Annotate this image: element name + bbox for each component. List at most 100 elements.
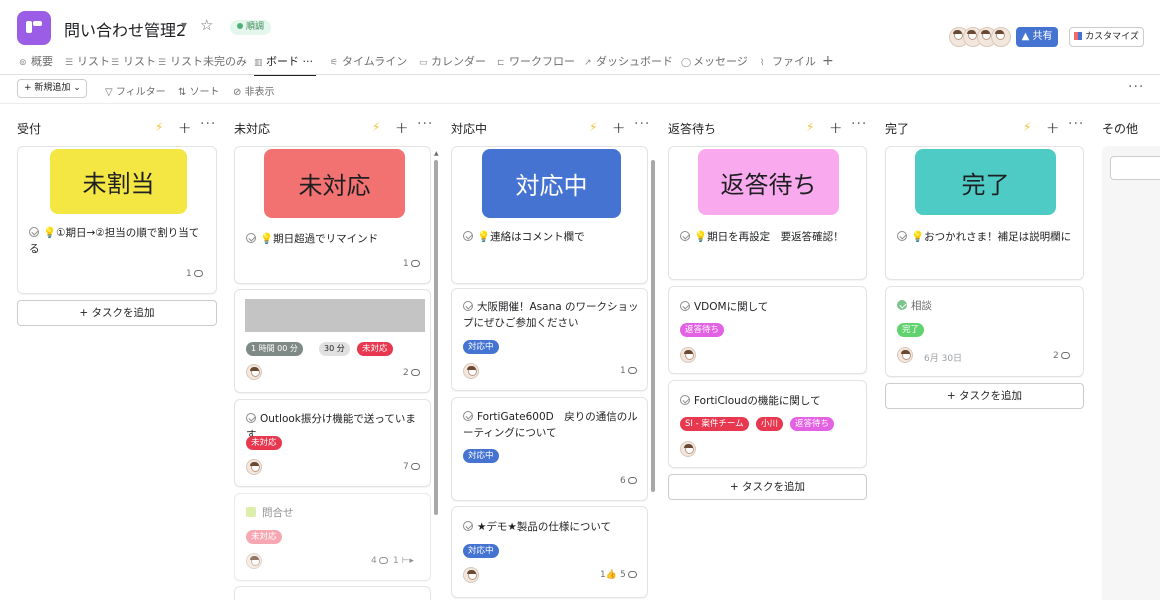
customize-button[interactable]: カスタマイズ (1069, 27, 1144, 47)
column-header-other[interactable]: その他 (1102, 120, 1160, 136)
sort-icon: ⇅ (178, 87, 190, 98)
checkmark-icon[interactable] (246, 233, 256, 243)
task-card[interactable]: 返答待ち 💡期日を再設定 要返答確認！ (668, 146, 867, 280)
avatar[interactable] (463, 363, 479, 379)
tab-dashboard[interactable]: ↗ ダッシュボード (584, 54, 681, 74)
task-card[interactable]: FortiGate600D 戻りの通信のルーティングについて 対応中 6 (451, 397, 648, 501)
workflow-icon: ⊏ (497, 58, 505, 68)
like-count: 1👍 (600, 570, 617, 580)
card-cover: 完了 (915, 149, 1056, 215)
column-header-reception[interactable]: 受付 ⚡ + ··· (17, 116, 217, 137)
add-task-button[interactable]: + タスクを追加 (17, 300, 217, 326)
scroll-up-icon[interactable]: ▲ (434, 150, 439, 157)
comment-count: 4 (371, 556, 388, 566)
tab-board[interactable]: ▥ ボード ··· (254, 54, 316, 76)
checkmark-icon[interactable] (463, 231, 473, 241)
add-task-icon[interactable]: + (829, 118, 842, 137)
lightning-icon[interactable]: ⚡ (155, 120, 163, 134)
more-icon[interactable]: ··· (634, 116, 650, 132)
checkmark-icon[interactable] (680, 301, 690, 311)
checkmark-icon[interactable] (463, 301, 473, 311)
list-icon: ☰ (65, 58, 74, 68)
add-new-button[interactable]: + 新規追加 ⌄ (17, 79, 87, 98)
more-icon[interactable]: ··· (1068, 116, 1084, 132)
add-task-button[interactable]: + タスクを追加 (668, 474, 867, 500)
task-card[interactable]: VDOMに関して 返答待ち (668, 286, 867, 374)
filter-button[interactable]: ▽ フィルター (105, 83, 166, 98)
tab-list-incomplete[interactable]: ☰ リスト未完のみ (158, 54, 254, 74)
checkmark-icon[interactable] (680, 395, 690, 405)
share-button[interactable]: ▲ 共有 (1016, 27, 1058, 47)
avatar[interactable] (246, 459, 262, 475)
checkmark-icon[interactable] (29, 227, 39, 237)
tab-timeline[interactable]: ⚟ タイムライン (330, 54, 419, 74)
member-avatars[interactable] (949, 27, 1011, 47)
checkmark-icon[interactable] (897, 231, 907, 241)
tab-workflow[interactable]: ⊏ ワークフロー (497, 54, 584, 74)
task-card[interactable]: 1 時間 00 分 30 分 未対応 2 (234, 289, 431, 393)
checkmark-icon[interactable] (463, 521, 473, 531)
column-header-in-progress[interactable]: 対応中 ⚡ + ··· (451, 116, 651, 137)
tab-list-2[interactable]: ☰ リスト (111, 54, 158, 74)
task-card[interactable] (234, 586, 431, 600)
project-title[interactable]: 問い合わせ管理2 (64, 17, 186, 41)
avatar[interactable] (246, 364, 262, 380)
task-card[interactable]: 完了 💡おつかれさま！補足は説明欄に (885, 146, 1084, 280)
add-task-button[interactable]: + タスクを追加 (885, 383, 1084, 409)
star-icon[interactable]: ☆ (200, 16, 213, 34)
column-scrollbar[interactable] (434, 160, 438, 515)
task-card[interactable]: Outlook振分け機能で送っています 未対応 7 (234, 399, 431, 487)
more-options-icon[interactable]: ··· (1128, 79, 1144, 95)
task-card[interactable]: ★デモ★製品の仕様について 対応中 1👍 5 (451, 506, 648, 598)
task-card[interactable]: FortiCloudの機能に関して SI - 案件チーム 小川 返答待ち (668, 380, 867, 468)
image-attachment[interactable] (245, 299, 425, 332)
project-icon[interactable] (17, 11, 51, 45)
chevron-down-icon[interactable]: ▾ (181, 18, 187, 32)
avatar[interactable] (246, 553, 262, 569)
tab-overview[interactable]: ⊚ 概要 (19, 54, 65, 74)
tab-messages[interactable]: ◯ メッセージ (681, 54, 760, 74)
add-tab-button[interactable]: + (822, 54, 834, 74)
more-icon[interactable]: ··· (851, 116, 867, 132)
column-header-done[interactable]: 完了 ⚡ + ··· (885, 116, 1085, 137)
add-task-icon[interactable]: + (612, 118, 625, 137)
task-card[interactable]: 未対応 💡期日超過でリマインド 1 (234, 146, 431, 284)
checkmark-icon[interactable] (897, 300, 907, 310)
column-scrollbar[interactable] (651, 160, 655, 492)
avatar[interactable] (897, 347, 913, 363)
add-task-icon[interactable]: + (395, 118, 408, 137)
avatar[interactable] (680, 347, 696, 363)
sort-button[interactable]: ⇅ ソート (178, 83, 220, 98)
tab-calendar[interactable]: ▭ カレンダー (419, 54, 497, 74)
new-section-input[interactable] (1110, 156, 1160, 180)
checkmark-icon[interactable] (680, 231, 690, 241)
task-card[interactable]: 未割当 💡①期日→②担当の順で割り当てる 1 (17, 146, 217, 294)
avatar[interactable] (680, 441, 696, 457)
lightning-icon[interactable]: ⚡ (806, 120, 814, 134)
lightning-icon[interactable]: ⚡ (589, 120, 597, 134)
timeline-icon: ⚟ (330, 58, 339, 68)
status-badge[interactable]: 順調 (230, 20, 272, 35)
tab-list[interactable]: ☰ リスト (65, 54, 111, 74)
lightning-icon[interactable]: ⚡ (1023, 120, 1031, 134)
avatar[interactable] (463, 567, 479, 583)
checkmark-icon[interactable] (463, 411, 473, 421)
column-header-unhandled[interactable]: 未対応 ⚡ + ··· (234, 116, 434, 137)
column-header-awaiting-reply[interactable]: 返答待ち ⚡ + ··· (668, 116, 868, 137)
dashboard-icon: ↗ (584, 58, 592, 68)
hide-button[interactable]: ⊘ 非表示 (233, 83, 275, 98)
card-title: 💡連絡はコメント欄で (463, 229, 639, 245)
lightning-icon[interactable]: ⚡ (372, 120, 380, 134)
add-task-icon[interactable]: + (1046, 118, 1059, 137)
task-card[interactable]: 対応中 💡連絡はコメント欄で (451, 146, 648, 284)
task-card[interactable]: 大阪開催！Asana のワークショップにぜひご参加ください 対応中 1 (451, 288, 648, 391)
checkmark-icon[interactable] (246, 413, 256, 423)
more-icon[interactable]: ··· (303, 55, 314, 68)
task-card[interactable]: 相談 完了 6月 30日 2 (885, 286, 1084, 377)
more-icon[interactable]: ··· (200, 116, 216, 132)
tab-files[interactable]: ⌇ ファイル (760, 54, 822, 74)
task-card[interactable]: 問合せ 未対応 4 1 ⊢▸ (234, 493, 431, 581)
more-icon[interactable]: ··· (417, 116, 433, 132)
add-task-icon[interactable]: + (178, 118, 191, 137)
due-date[interactable]: 6月 30日 (924, 351, 962, 364)
